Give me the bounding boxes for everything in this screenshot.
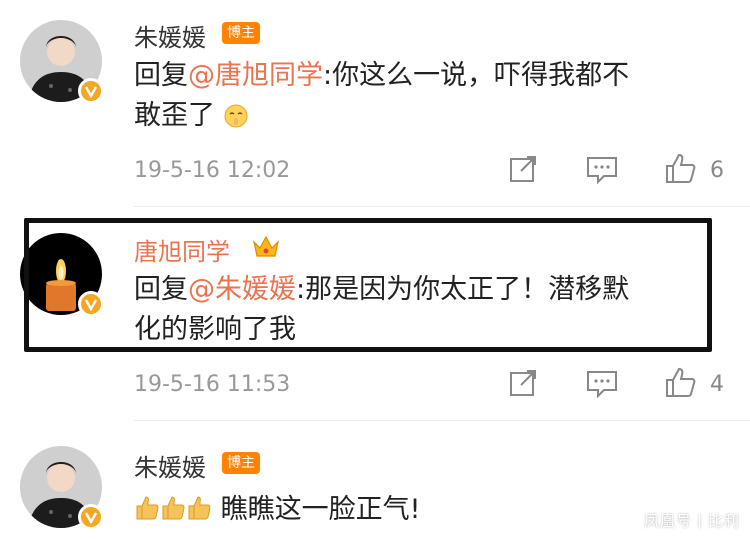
avatar[interactable] [20, 446, 104, 530]
verified-icon [78, 504, 104, 530]
blogger-badge: 博主 [222, 22, 260, 44]
username[interactable]: 朱媛媛 [134, 18, 206, 53]
username[interactable]: 朱媛媛 [134, 448, 206, 483]
timestamp: 19-5-16 12:02 [134, 158, 291, 183]
shush-emoji-icon [224, 100, 248, 140]
comment-text: 回复@唐旭同学:你这么一说，吓得我都不 敢歪了 [134, 56, 714, 140]
avatar[interactable] [20, 20, 104, 104]
mention-link[interactable]: @唐旭同学 [188, 60, 323, 91]
highlight-frame [24, 218, 712, 352]
like-icon[interactable] [664, 152, 696, 188]
comment-icon[interactable] [586, 370, 618, 402]
divider [134, 420, 750, 421]
divider [134, 206, 750, 207]
like-icon[interactable] [664, 366, 696, 402]
blogger-badge: 博主 [222, 452, 260, 474]
verified-icon [78, 78, 104, 104]
comment-icon[interactable] [586, 156, 618, 188]
like-count: 4 [710, 372, 724, 397]
comment-text: 瞧瞧这一脸正气! [134, 490, 614, 533]
thumbs-up-icon [134, 493, 212, 533]
timestamp: 19-5-16 11:53 [134, 372, 291, 397]
watermark: 凤凰号丨比利 [643, 512, 740, 530]
share-icon[interactable] [508, 154, 538, 188]
like-count: 6 [710, 158, 724, 183]
share-icon[interactable] [508, 368, 538, 402]
